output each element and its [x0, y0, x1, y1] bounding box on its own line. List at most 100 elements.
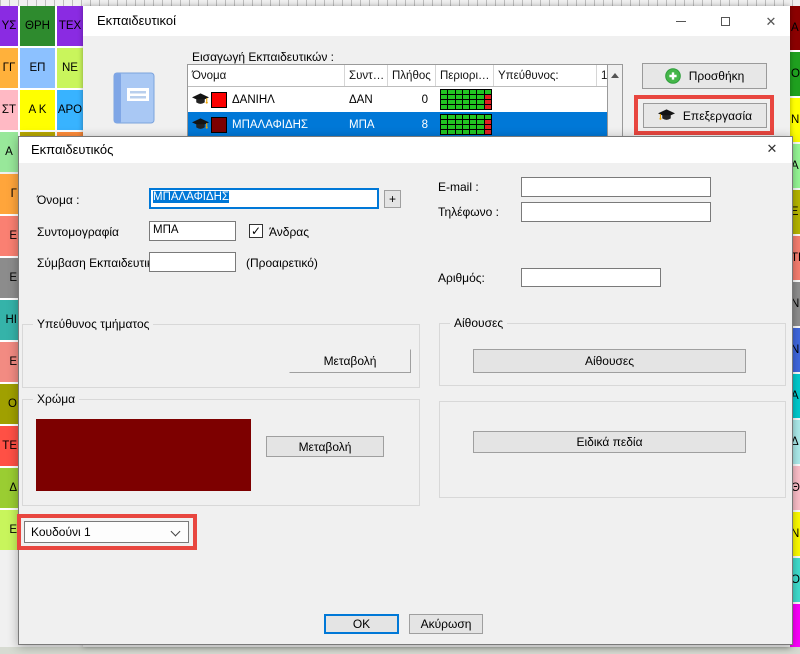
availability-cell	[456, 95, 462, 99]
timetable-cell: Α	[0, 132, 18, 172]
add-teacher-button[interactable]: Προσθήκη	[642, 63, 767, 89]
timetable-cell: ΗΙ	[0, 300, 18, 340]
availability-cell	[477, 130, 483, 134]
ok-button[interactable]: OK	[324, 614, 399, 634]
timetable-cell: Δ	[0, 468, 18, 508]
availability-cell	[477, 100, 483, 104]
availability-cell	[448, 95, 454, 99]
close-icon[interactable]: ✕	[755, 11, 787, 32]
availability-cell	[470, 95, 476, 99]
rooms-group-label: Αίθουσες	[450, 316, 507, 330]
availability-cell	[470, 105, 476, 109]
contract-optional-hint: (Προαιρετικό)	[246, 256, 318, 270]
timetable-cell: ΕΠ	[20, 48, 55, 88]
close-icon[interactable]: ✕	[762, 141, 782, 157]
graduation-cap-icon	[192, 93, 209, 106]
availability-cell	[470, 90, 476, 94]
availability-cell	[485, 115, 491, 119]
phone-input[interactable]	[521, 202, 711, 222]
availability-cell	[470, 120, 476, 124]
add-name-plus-button[interactable]: +	[384, 190, 401, 208]
timetable-cell: Ε	[0, 342, 18, 382]
column-header-abbr[interactable]: Συντ…	[345, 65, 388, 86]
availability-cell	[448, 100, 454, 104]
scroll-up-icon[interactable]	[611, 73, 619, 78]
table-row-selected[interactable]: ΜΠΑΛΑΦΙΔΗΣ ΜΠΑ 8	[188, 112, 622, 137]
column-header-restrictions[interactable]: Περιορι…	[436, 65, 494, 86]
availability-cell	[441, 130, 447, 134]
availability-cell	[448, 130, 454, 134]
timetable-cell: Ο	[0, 384, 18, 424]
availability-cell	[463, 120, 469, 124]
add-teacher-label: Προσθήκη	[689, 69, 745, 83]
supervisor-change-button[interactable]: Μεταβολή	[289, 349, 411, 373]
abbreviation-input[interactable]: ΜΠΑ	[149, 221, 236, 241]
availability-cell	[485, 125, 491, 129]
availability-cell	[441, 105, 447, 109]
timetable-cell: ΑΡΟ	[57, 90, 83, 130]
color-change-button[interactable]: Μεταβολή	[266, 436, 384, 457]
availability-cell	[485, 120, 491, 124]
availability-cell	[463, 115, 469, 119]
teacher-count: 8	[388, 112, 436, 137]
dialog-title: Εκπαιδευτικός	[31, 142, 113, 157]
availability-cell	[485, 95, 491, 99]
number-input[interactable]	[521, 268, 661, 287]
column-header-count[interactable]: Πλήθος	[388, 65, 436, 86]
availability-cell	[441, 90, 447, 94]
timetable-row: ΥΣΘΡΗΤΕΧ	[0, 6, 83, 46]
teacher-count: 0	[388, 87, 436, 112]
availability-cell	[448, 90, 454, 94]
table-scrollbar[interactable]	[607, 65, 622, 141]
availability-cell	[456, 100, 462, 104]
timetable-cell: ΤΕΧ	[57, 6, 83, 46]
availability-cell	[441, 100, 447, 104]
teacher-dialog: Εκπαιδευτικός ✕ Όνομα : ΜΠΑΛΑΦΙΔΗΣ + Συν…	[18, 136, 793, 645]
edit-button-highlight-annotation	[634, 95, 774, 135]
timetable-cell: Ο	[790, 52, 800, 96]
minimize-icon[interactable]	[665, 11, 697, 32]
column-header-supervisor[interactable]: Υπεύθυνος:	[494, 65, 597, 86]
column-header-name[interactable]: Όνομα	[188, 65, 345, 86]
teacher-color-swatch	[211, 117, 227, 133]
availability-cell	[477, 105, 483, 109]
teacher-abbr: ΔΑΝ	[345, 87, 388, 112]
teacher-name: ΔΑΝΙΗΛ	[232, 94, 275, 106]
contract-input[interactable]	[149, 252, 236, 272]
email-label: E-mail :	[438, 180, 479, 194]
availability-cell	[485, 90, 491, 94]
cancel-button[interactable]: Ακύρωση	[409, 614, 483, 634]
table-row[interactable]: ΔΑΝΙΗΛ ΔΑΝ 0	[188, 87, 622, 112]
color-group-label: Χρώμα	[33, 392, 79, 406]
availability-cell	[448, 120, 454, 124]
timetable-row: ΣΤΑ ΚΑΡΟ	[0, 90, 83, 130]
teachers-table: Όνομα Συντ… Πλήθος Περιορι… Υπεύθυνος: 1…	[187, 64, 623, 142]
bell-dropdown-highlight-annotation	[17, 514, 197, 550]
availability-cell	[448, 105, 454, 109]
male-checkbox[interactable]: ✓	[249, 224, 263, 238]
availability-cell	[463, 105, 469, 109]
availability-cell	[477, 125, 483, 129]
teacher-abbr: ΜΠΑ	[345, 112, 388, 137]
availability-cell	[470, 100, 476, 104]
availability-cell	[477, 120, 483, 124]
teacher-supervisor	[494, 112, 597, 137]
availability-cell	[463, 95, 469, 99]
name-input[interactable]: ΜΠΑΛΑΦΙΔΗΣ	[149, 188, 379, 209]
email-input[interactable]	[521, 177, 711, 197]
timetable-cell: ΣΤ	[0, 90, 18, 130]
timetable-cell: Ε	[0, 258, 18, 298]
maximize-icon[interactable]	[709, 11, 741, 32]
teacher-supervisor	[494, 87, 597, 112]
availability-cell	[456, 120, 462, 124]
timetable-cell: Ε	[0, 510, 18, 550]
timetable-cell: ΘΡΗ	[20, 6, 55, 46]
teachers-window-title: Εκπαιδευτικοί	[97, 13, 176, 28]
rooms-button[interactable]: Αίθουσες	[473, 349, 746, 373]
special-fields-button[interactable]: Ειδικά πεδία	[473, 431, 746, 453]
availability-cell	[448, 125, 454, 129]
availability-cell	[463, 90, 469, 94]
availability-cell	[456, 125, 462, 129]
male-label: Άνδρας	[269, 225, 309, 239]
availability-cell	[463, 100, 469, 104]
